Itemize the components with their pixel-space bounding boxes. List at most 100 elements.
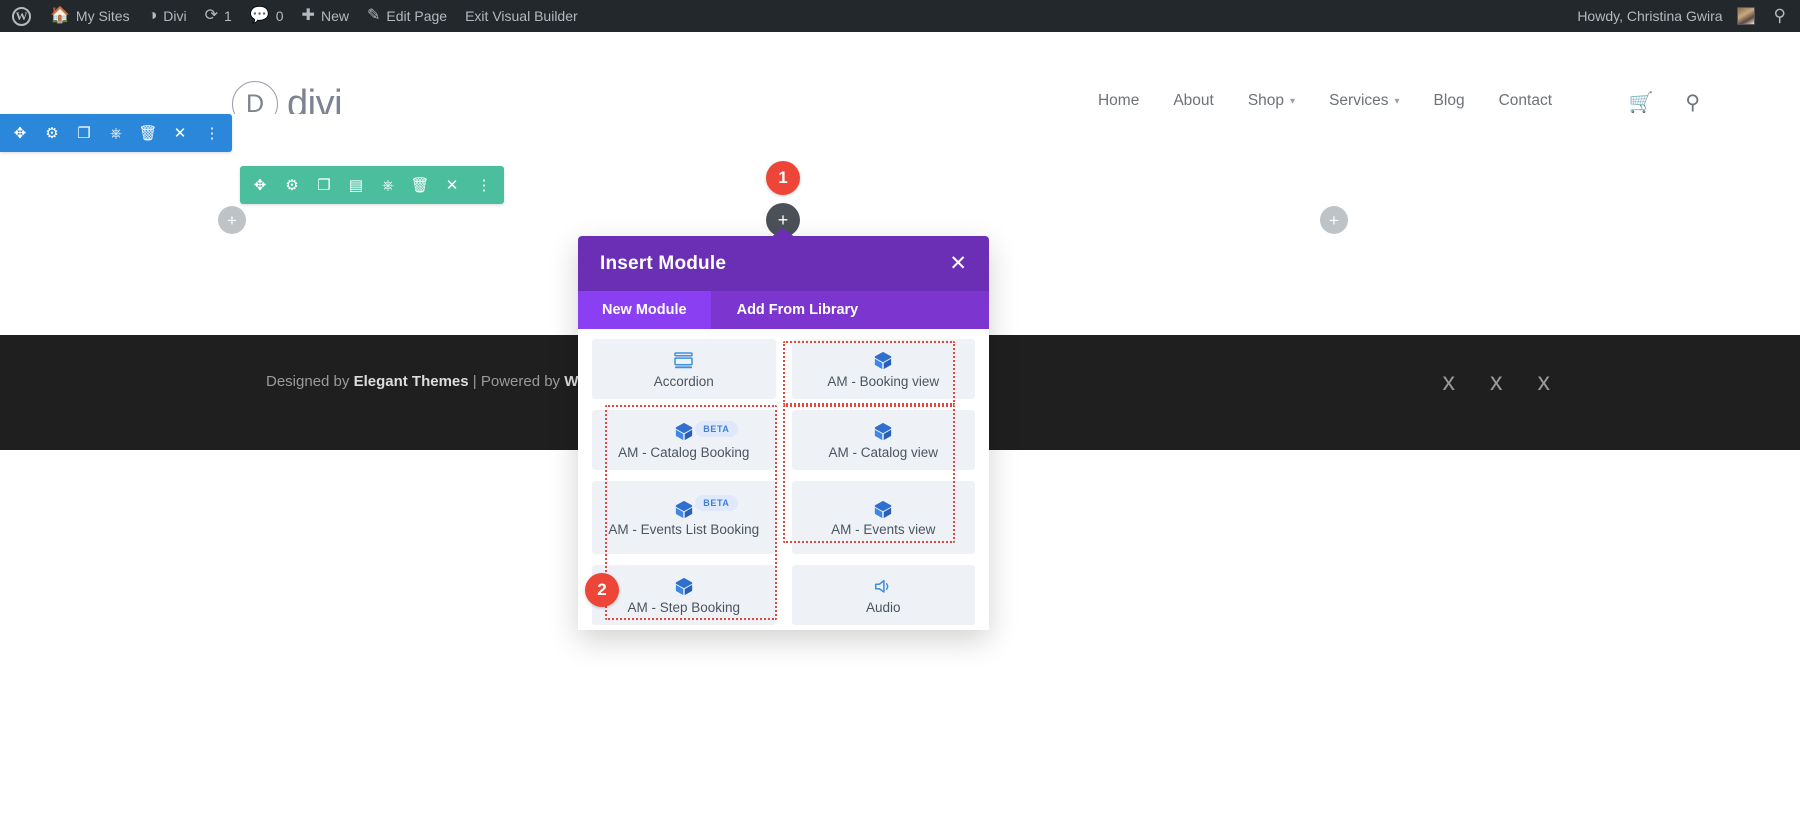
annotation-badge-1: 1 <box>766 161 800 195</box>
adminbar-item-new[interactable]: ✚ New <box>293 0 358 32</box>
disable-icon[interactable]: ⎈ <box>102 118 130 148</box>
modal-body: Accordion AM - Booking view BET <box>578 329 989 630</box>
adminbar-item-comments[interactable]: 💬 0 <box>241 0 293 32</box>
close-icon[interactable]: ✕ <box>438 170 466 200</box>
module-card-am-catalog-booking[interactable]: BETA AM - Catalog Booking <box>592 410 776 470</box>
annotation-badge-1-label: 1 <box>778 168 787 188</box>
module-label: AM - Step Booking <box>627 600 740 615</box>
adminbar-search-icon[interactable]: ⚲ <box>1764 6 1800 26</box>
chevron-down-icon: ▾ <box>1395 96 1400 107</box>
am-cube-icon <box>873 351 893 371</box>
trash-icon[interactable]: 🗑 <box>134 118 162 148</box>
nav-item-services[interactable]: Services ▾ <box>1329 92 1399 110</box>
sites-icon: 🏠 <box>50 8 70 24</box>
avatar <box>1737 7 1755 25</box>
accordion-icon <box>674 351 693 371</box>
duplicate-icon[interactable]: ❐ <box>310 170 338 200</box>
add-row-button-left[interactable]: + <box>218 206 246 234</box>
am-cube-icon <box>873 422 893 442</box>
tab-bar-filler <box>884 291 989 329</box>
disable-icon[interactable]: ⎈ <box>374 170 402 200</box>
module-label: Accordion <box>654 374 714 389</box>
primary-navigation: Home About Shop ▾ Services ▾ Blog Contac… <box>1098 92 1552 110</box>
search-icon[interactable]: ⚲ <box>1685 90 1700 115</box>
adminbar-item-my-sites[interactable]: 🏠 My Sites <box>41 0 139 32</box>
header-icon-group: 🛒 ⚲ <box>1628 90 1700 115</box>
twitter-icon[interactable]: x <box>1490 368 1503 397</box>
tab-label-add-from-library: Add From Library <box>737 302 859 318</box>
adminbar-item-exit-visual-builder[interactable]: Exit Visual Builder <box>456 0 587 32</box>
nav-item-home[interactable]: Home <box>1098 92 1139 110</box>
adminbar-label-edit-page: Edit Page <box>386 8 447 24</box>
tab-new-module[interactable]: New Module <box>578 291 711 329</box>
nav-item-shop[interactable]: Shop ▾ <box>1248 92 1295 110</box>
screen-root: W 🏠 My Sites ◑ Divi ⟳ 1 💬 0 ✚ New ✎ Edit… <box>0 0 1800 827</box>
footer-credit-mid: | Powered by <box>469 373 565 390</box>
am-cube-icon <box>674 422 694 442</box>
close-icon[interactable]: ✕ <box>166 118 194 148</box>
columns-icon[interactable]: ▤ <box>342 170 370 200</box>
settings-gear-icon[interactable]: ⚙ <box>38 118 66 148</box>
adminbar-label-howdy: Howdy, Christina Gwira <box>1577 8 1722 24</box>
adminbar-label-revisions: 1 <box>224 8 232 24</box>
module-card-audio[interactable]: Audio <box>792 565 976 625</box>
module-card-am-step-booking[interactable]: AM - Step Booking <box>592 565 776 625</box>
module-card-am-booking-view[interactable]: AM - Booking view <box>792 339 976 399</box>
module-card-accordion[interactable]: Accordion <box>592 339 776 399</box>
modal-title: Insert Module <box>600 253 726 275</box>
facebook-icon[interactable]: x <box>1443 368 1456 397</box>
nav-label-blog: Blog <box>1434 92 1465 110</box>
more-options-icon[interactable]: ⋮ <box>198 118 226 148</box>
module-grid: Accordion AM - Booking view BET <box>592 339 975 625</box>
wordpress-logo-icon: W <box>12 7 31 26</box>
module-label: AM - Catalog view <box>828 445 938 460</box>
module-card-am-events-view[interactable]: AM - Events view <box>792 481 976 554</box>
add-row-button-right[interactable]: + <box>1320 206 1348 234</box>
nav-label-shop: Shop <box>1248 92 1284 110</box>
beta-badge: BETA <box>695 421 737 437</box>
tab-add-from-library[interactable]: Add From Library <box>711 291 885 329</box>
trash-icon[interactable]: 🗑 <box>406 170 434 200</box>
audio-icon <box>873 577 893 597</box>
move-icon[interactable]: ✥ <box>6 118 34 148</box>
footer-social-links: x x x <box>1443 368 1551 397</box>
nav-item-blog[interactable]: Blog <box>1434 92 1465 110</box>
adminbar-label-my-sites: My Sites <box>76 8 130 24</box>
close-icon[interactable]: ✕ <box>949 253 967 274</box>
site-header: D divi Home About Shop ▾ Services ▾ Blog… <box>0 32 1800 114</box>
module-card-am-catalog-view[interactable]: AM - Catalog view <box>792 410 976 470</box>
adminbar-item-revisions[interactable]: ⟳ 1 <box>196 0 241 32</box>
adminbar-account-area: Howdy, Christina Gwira ⚲ <box>1568 0 1800 32</box>
adminbar-item-divi[interactable]: ◑ Divi <box>139 0 196 32</box>
nav-label-contact: Contact <box>1499 92 1552 110</box>
duplicate-icon[interactable]: ❐ <box>70 118 98 148</box>
pencil-icon: ✎ <box>367 8 380 24</box>
nav-item-about[interactable]: About <box>1173 92 1214 110</box>
settings-gear-icon[interactable]: ⚙ <box>278 170 306 200</box>
revisions-icon: ⟳ <box>205 8 218 24</box>
tab-label-new-module: New Module <box>602 302 687 318</box>
insert-module-modal: Insert Module ✕ New Module Add From Libr… <box>578 236 989 630</box>
footer-credit-prefix: Designed by <box>266 373 354 390</box>
module-card-am-events-list-booking[interactable]: BETA AM - Events List Booking <box>592 481 776 554</box>
nav-item-contact[interactable]: Contact <box>1499 92 1552 110</box>
adminbar-item-howdy[interactable]: Howdy, Christina Gwira <box>1568 0 1763 32</box>
adminbar-label-divi: Divi <box>163 8 186 24</box>
module-label: AM - Events List Booking <box>608 522 759 537</box>
adminbar-label-exit-visual-builder: Exit Visual Builder <box>465 8 578 24</box>
cart-icon[interactable]: 🛒 <box>1628 90 1653 115</box>
footer-credit-brand[interactable]: Elegant Themes <box>354 373 469 390</box>
am-cube-icon <box>674 499 694 519</box>
module-label: AM - Booking view <box>827 374 939 389</box>
divi-icon: ◑ <box>148 8 158 24</box>
adminbar-label-new: New <box>321 8 349 24</box>
module-label: AM - Catalog Booking <box>618 445 749 460</box>
move-icon[interactable]: ✥ <box>246 170 274 200</box>
am-cube-icon <box>674 577 694 597</box>
more-options-icon[interactable]: ⋮ <box>470 170 498 200</box>
instagram-icon[interactable]: x <box>1538 368 1551 397</box>
adminbar-item-edit-page[interactable]: ✎ Edit Page <box>358 0 456 32</box>
nav-label-about: About <box>1173 92 1214 110</box>
wordpress-logo-menu[interactable]: W <box>0 0 41 32</box>
nav-label-services: Services <box>1329 92 1388 110</box>
